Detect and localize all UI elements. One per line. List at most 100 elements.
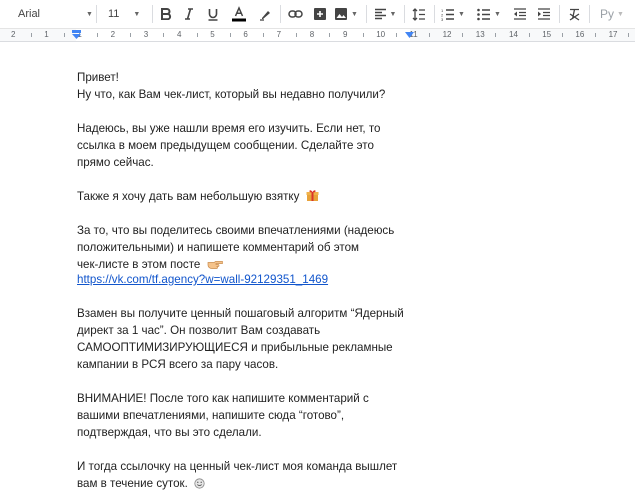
align-left-icon [374, 8, 386, 20]
ruler[interactable]: 211234567891011121314151617 [0, 29, 635, 42]
ruler-tick [196, 33, 198, 37]
ruler-tick [429, 33, 430, 37]
ruler-number: 3 [143, 30, 149, 39]
text-segment: чек-листе в этом посте [77, 258, 201, 271]
chevron-down-icon: ▼ [86, 10, 93, 18]
italic-icon [185, 8, 193, 20]
text-line: И тогда ссылочку на ценный чек-лист моя … [77, 460, 398, 473]
ruler-number: 12 [442, 30, 452, 39]
clear-formatting-button[interactable] [565, 3, 583, 25]
insert-comment-icon [314, 8, 326, 20]
ruler-number: 1 [44, 30, 49, 39]
toolbar-divider [280, 5, 281, 23]
highlight-button[interactable] [256, 3, 274, 25]
chevron-down-icon: ▼ [133, 10, 141, 18]
text-line-with-emoji: чек-листе в этом посте [77, 256, 417, 271]
toolbar-divider [434, 5, 435, 23]
ruler-number: 10 [376, 30, 386, 39]
input-tools-button[interactable]: Ру ▼ [594, 3, 630, 25]
document-body[interactable]: Привет! Ну что, как Вам чек-лист, которы… [77, 69, 417, 492]
gift-icon [306, 190, 319, 201]
ruler-tick [30, 33, 32, 37]
ruler-tick [229, 33, 231, 37]
empty-line [77, 441, 417, 458]
text-line: прямо сейчас. [77, 156, 154, 169]
insert-comment-button[interactable] [311, 3, 329, 25]
link-icon [287, 10, 303, 18]
svg-text:3: 3 [441, 17, 444, 21]
ruler-number: 5 [210, 30, 215, 39]
ruler-tick [296, 33, 298, 37]
bulleted-list-icon [477, 8, 491, 20]
ruler-number: 14 [509, 30, 518, 39]
numbered-list-button[interactable]: 123 ▼ [440, 3, 466, 25]
ruler-number: 2 [11, 30, 16, 39]
decrease-indent-button[interactable] [511, 3, 529, 25]
text-line: вашими впечатлениями, напишите сюда “гот… [77, 409, 345, 422]
text-line: подтверждая, что вы это сделали. [77, 426, 262, 439]
text-segment: Также я хочу дать вам небольшую взятку [77, 190, 300, 203]
toolbar-divider [404, 5, 405, 23]
ruler-tick [130, 33, 132, 37]
italic-button[interactable] [180, 3, 198, 25]
ruler-tick [595, 33, 596, 37]
text-line: ссылка в моем предыдущем сообщении. Сдел… [77, 139, 374, 152]
text-line: положительными) и напишете комментарий о… [77, 241, 360, 254]
text-line: Привет! [77, 71, 119, 84]
ruler-number: 9 [343, 30, 348, 39]
insert-image-button[interactable]: ▼ [334, 3, 358, 25]
right-indent-marker-icon[interactable] [405, 30, 414, 40]
bulleted-list-button[interactable]: ▼ [476, 3, 502, 25]
chevron-down-icon: ▼ [458, 10, 465, 18]
line-spacing-button[interactable] [410, 3, 428, 25]
increase-indent-icon [538, 8, 550, 20]
toolbar-divider [152, 5, 153, 23]
ruler-number: 2 [110, 30, 116, 39]
chevron-down-icon: ▼ [617, 10, 624, 18]
pointing-hand-icon [207, 261, 223, 269]
ruler-tick [495, 33, 497, 37]
insert-link-button[interactable] [286, 3, 304, 25]
post-link[interactable]: https://vk.com/tf.agency?w=wall-92129351… [77, 271, 417, 288]
text-line-with-emoji: Также я хочу дать вам небольшую взятку [77, 188, 417, 205]
link-text[interactable]: https://vk.com/tf.agency?w=wall-92129351… [77, 273, 328, 286]
empty-line [77, 205, 417, 222]
text-line: За то, что вы поделитесь своими впечатле… [77, 224, 395, 237]
insert-image-icon [335, 8, 348, 20]
highlight-icon [259, 10, 270, 21]
font-size-value: 11 [108, 8, 120, 20]
clear-formatting-icon [569, 8, 579, 21]
chevron-down-icon: ▼ [389, 10, 397, 18]
font-name-value: Arial [18, 8, 41, 20]
ruler-tick [528, 33, 530, 37]
align-button[interactable]: ▼ [372, 3, 398, 25]
ruler-number: 15 [542, 30, 552, 39]
empty-line [77, 373, 417, 390]
text-line: кампании в РСЯ всего за пару часов. [77, 358, 279, 371]
input-tools-icon: Ру [600, 7, 615, 21]
ruler-tick [263, 33, 264, 37]
toolbar-divider [589, 5, 590, 23]
left-indent-marker-icon[interactable] [72, 30, 81, 40]
text-line-with-emoji: вам в течение суток. [77, 475, 417, 492]
increase-indent-button[interactable] [535, 3, 553, 25]
empty-line [77, 288, 417, 305]
text-line: ВНИМАНИЕ! После того как напишите коммен… [77, 392, 369, 405]
font-name-select[interactable]: Arial ▼ [10, 3, 93, 25]
text-line: Ну что, как Вам чек-лист, который вы нед… [77, 88, 386, 101]
bold-icon [161, 8, 172, 20]
ruler-tick [362, 33, 364, 37]
bold-button[interactable] [157, 3, 175, 25]
decrease-indent-icon [514, 8, 526, 20]
text-line: Взамен вы получите ценный пошаговый алго… [77, 307, 404, 320]
underline-button[interactable] [204, 3, 222, 25]
ruler-tick [329, 33, 331, 37]
document-page[interactable]: Привет! Ну что, как Вам чек-лист, которы… [0, 43, 635, 499]
chevron-down-icon: ▼ [494, 10, 501, 18]
empty-line [77, 103, 417, 120]
ruler-number: 17 [608, 30, 618, 39]
ruler-number: 13 [475, 30, 485, 39]
font-size-select[interactable]: 11 ▼ [100, 3, 148, 25]
text-color-button[interactable] [229, 3, 249, 25]
ruler-number: 7 [276, 30, 282, 39]
